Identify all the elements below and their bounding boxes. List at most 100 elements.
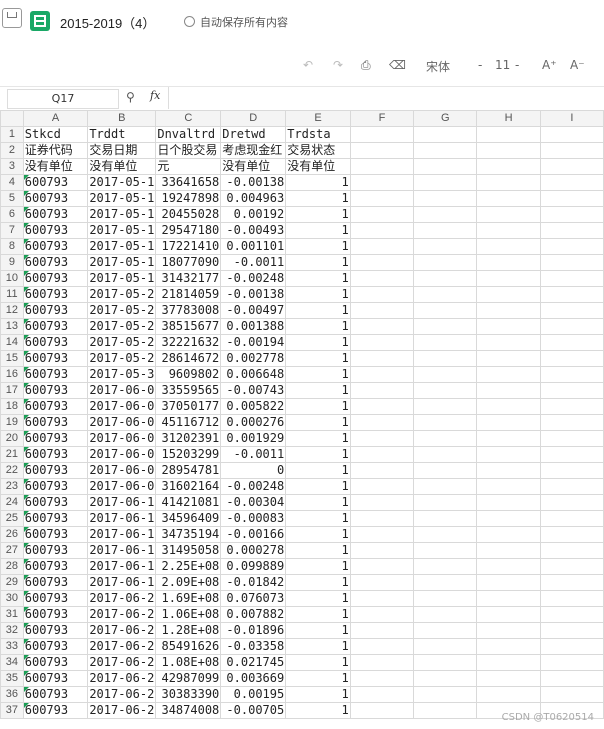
row-header[interactable]: 31 [0,606,24,623]
cell[interactable] [349,206,415,223]
cell[interactable] [349,446,415,463]
cell[interactable]: 37050177 [155,398,222,415]
cell[interactable]: 1 [285,670,351,687]
cell[interactable]: 1 [285,686,351,703]
row-header[interactable]: 22 [0,462,24,479]
name-box[interactable]: Q17 [7,89,119,109]
cell[interactable]: 600793 [22,446,89,463]
spreadsheet-grid[interactable]: A B C D E F G H I 1 Stkcd Trddt Dnvaltrd Dre… [0,110,604,729]
cell[interactable]: 600793 [22,414,89,431]
cell[interactable]: 34874008 [155,702,222,719]
row-header[interactable]: 5 [0,190,24,207]
cell[interactable] [349,574,415,591]
cell[interactable] [413,462,478,479]
cell[interactable] [476,206,541,223]
cell[interactable] [476,174,541,191]
cell[interactable]: 9609802 [155,366,222,383]
cell[interactable]: 600793 [22,574,89,591]
cell[interactable]: 18077090 [155,254,222,271]
cell[interactable] [539,446,604,463]
cell[interactable]: 31432177 [155,270,222,287]
cell[interactable]: 2017-06-2 [87,590,157,607]
fx-icon[interactable]: fx [150,89,160,102]
row-header[interactable]: 28 [0,558,24,575]
cell[interactable]: 2017-06-2 [87,654,157,671]
cell[interactable]: 2017-06-1 [87,494,157,511]
row-header[interactable]: 23 [0,478,24,495]
cell[interactable]: 0.00195 [220,686,287,703]
cell[interactable]: 0.00192 [220,206,287,223]
cell[interactable] [413,494,478,511]
cell[interactable]: 1 [285,542,351,559]
cell[interactable]: 1.69E+08 [155,590,222,607]
cell[interactable] [539,238,604,255]
save-icon[interactable] [2,8,22,28]
cell[interactable] [476,654,541,671]
cell[interactable] [349,190,415,207]
cell[interactable] [413,142,478,159]
cell[interactable] [476,350,541,367]
cell[interactable]: 1.08E+08 [155,654,222,671]
cell[interactable]: Stkcd [22,126,89,143]
cell[interactable] [413,590,478,607]
cell[interactable] [413,574,478,591]
cell[interactable]: 1 [285,590,351,607]
cell[interactable]: 600793 [22,318,89,335]
cell[interactable] [413,334,478,351]
cell[interactable] [539,494,604,511]
cell[interactable]: 2017-06-2 [87,686,157,703]
cell[interactable] [349,398,415,415]
cell[interactable]: 2017-06-2 [87,638,157,655]
row-header[interactable]: 29 [0,574,24,591]
cell[interactable]: 31202391 [155,430,222,447]
cell[interactable] [349,478,415,495]
cell[interactable]: 1.28E+08 [155,622,222,639]
cell[interactable]: 没有单位 [285,158,351,175]
cell[interactable] [476,126,541,143]
cell[interactable]: 1 [285,446,351,463]
cell[interactable]: 2017-06-0 [87,430,157,447]
cell[interactable]: Dnvaltrd [155,126,222,143]
cell[interactable] [476,158,541,175]
cell[interactable] [539,398,604,415]
cell[interactable]: 2017-06-1 [87,510,157,527]
cell[interactable] [539,366,604,383]
row-header[interactable]: 11 [0,286,24,303]
cell[interactable] [413,398,478,415]
cell[interactable]: 600793 [22,190,89,207]
cell[interactable]: 2017-06-2 [87,702,157,719]
cell[interactable] [349,174,415,191]
row-header[interactable]: 8 [0,238,24,255]
cell[interactable] [476,238,541,255]
cell[interactable]: 2017-06-1 [87,526,157,543]
cell[interactable]: 1 [285,638,351,655]
zoom-search-icon[interactable]: ⚲ [126,90,135,104]
row-header[interactable]: 20 [0,430,24,447]
cell[interactable] [349,462,415,479]
row-header[interactable]: 9 [0,254,24,271]
cell[interactable] [539,654,604,671]
cell[interactable]: Trddt [87,126,157,143]
cell[interactable]: 1 [285,430,351,447]
cell[interactable] [413,190,478,207]
cell[interactable] [349,382,415,399]
column-header[interactable]: D [220,110,287,127]
font-increase-button[interactable]: A⁺ [542,58,557,72]
cell[interactable]: 600793 [22,238,89,255]
cell[interactable]: 2017-05-1 [87,254,157,271]
cell[interactable]: 1 [285,574,351,591]
cell[interactable]: 600793 [22,174,89,191]
cell[interactable]: Trdsta [285,126,351,143]
cell[interactable]: 0.001101 [220,238,287,255]
cell[interactable]: 0.001388 [220,318,287,335]
cell[interactable] [539,270,604,287]
font-decrease-button[interactable]: A⁻ [570,58,585,72]
cell[interactable]: 考虑现金红 [220,142,287,159]
cell[interactable]: 元 [155,158,222,175]
cell[interactable]: 2017-05-2 [87,302,157,319]
row-header[interactable]: 15 [0,350,24,367]
cell[interactable] [539,254,604,271]
row-header[interactable]: 21 [0,446,24,463]
column-header[interactable]: I [539,110,604,127]
cell[interactable]: 1 [285,334,351,351]
